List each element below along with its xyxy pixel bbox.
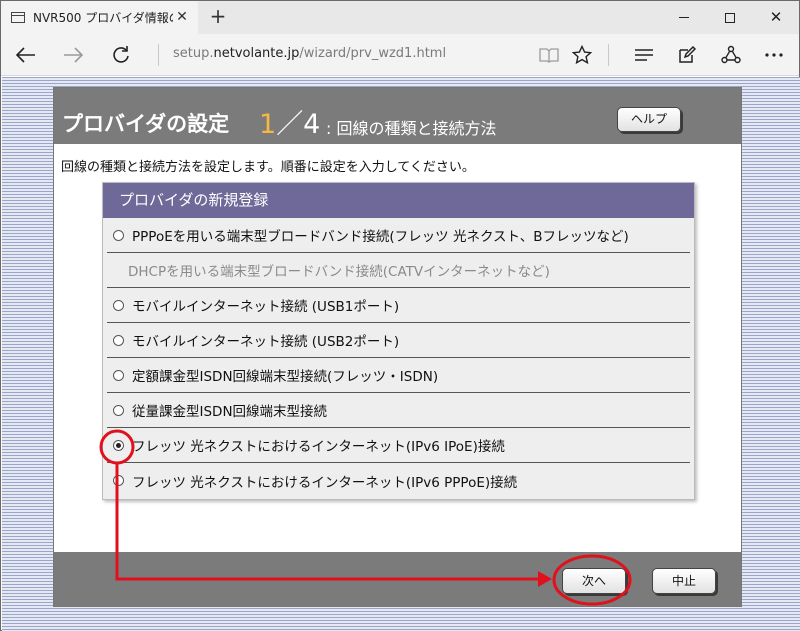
close-icon: ✕ (769, 8, 783, 26)
browser-tab[interactable]: NVR500 プロバイダ情報の ✕ (1, 1, 198, 34)
option-label: モバイルインターネット接続 (USB1ポート) (132, 299, 400, 315)
option-label: 定額課金型ISDN回線端末型接続(フレッツ・ISDN) (132, 369, 439, 385)
help-button[interactable]: ヘルプ (617, 107, 681, 132)
url-host: netvolante.jp (213, 46, 300, 61)
forward-button[interactable] (58, 40, 88, 70)
connection-option[interactable]: PPPoEを用いる端末型ブロードバンド接続(フレッツ 光ネクスト、Bフレッツなど… (107, 218, 690, 253)
connection-option[interactable]: モバイルインターネット接続 (USB2ポート) (107, 323, 690, 358)
step-indicator: 1／4 (259, 102, 320, 141)
url-prefix: setup. (173, 46, 214, 61)
connection-option[interactable]: モバイルインターネット接続 (USB1ポート) (107, 288, 690, 323)
refresh-icon (113, 46, 129, 63)
close-window-button[interactable]: ✕ (753, 1, 799, 34)
radio-button[interactable] (113, 369, 124, 381)
url-field[interactable]: setup.netvolante.jp/wizard/prv_wzd1.html (173, 46, 446, 61)
page-icon (11, 12, 25, 23)
connection-option[interactable]: 従量課金型ISDN回線端末型接続 (107, 393, 690, 428)
dialog-title: プロバイダの設定 (62, 112, 230, 136)
notes-button[interactable] (672, 40, 702, 70)
title-bar: NVR500 プロバイダ情報の ✕ + ✕ (1, 1, 799, 34)
favorite-button[interactable] (567, 40, 597, 70)
share-icon (721, 45, 741, 64)
step-current: 1 (259, 109, 277, 140)
hub-icon (635, 49, 653, 61)
refresh-button[interactable] (106, 40, 136, 70)
notes-icon (679, 46, 696, 63)
radio-button-selected[interactable] (113, 439, 124, 451)
radio-button[interactable] (113, 229, 124, 241)
reading-view-button[interactable] (534, 40, 564, 70)
reading-view-icon (539, 48, 559, 63)
share-button[interactable] (716, 40, 746, 70)
tab-title: NVR500 プロバイダ情報の (33, 11, 173, 25)
step-total: ／4 (276, 109, 321, 140)
radio-button[interactable] (113, 299, 124, 311)
maximize-button[interactable] (707, 1, 753, 34)
dialog-subtitle: : 回線の種類と接続方法 (326, 119, 497, 138)
hub-button[interactable] (629, 40, 659, 70)
panel-title: プロバイダの新規登録 (103, 183, 694, 218)
more-button[interactable] (759, 40, 789, 70)
back-button[interactable] (11, 40, 41, 70)
dialog-description: 回線の種類と接続方法を設定します。順番に設定を入力してください。 (61, 160, 475, 175)
connection-option: DHCPを用いる端末型ブロードバンド接続(CATVインターネットなど) (107, 253, 690, 288)
option-label: フレッツ 光ネクストにおけるインターネット(IPv6 IPoE)接続 (132, 439, 505, 455)
option-label: DHCPを用いる端末型ブロードバンド接続(CATVインターネットなど) (128, 264, 550, 280)
connection-option[interactable]: フレッツ 光ネクストにおけるインターネット(IPv6 IPoE)接続 (107, 428, 690, 463)
favorite-star-icon (572, 45, 592, 65)
back-icon (16, 47, 35, 63)
radio-button[interactable] (113, 475, 124, 486)
radio-button[interactable] (113, 334, 124, 346)
next-button[interactable]: 次へ (562, 568, 626, 594)
dialog-footer: 次へ 中止 (54, 552, 741, 606)
maximize-icon (725, 12, 735, 23)
new-tab-icon[interactable]: + (208, 6, 228, 27)
close-tab-icon[interactable]: ✕ (174, 9, 190, 25)
minimize-icon (679, 17, 689, 18)
connection-options: PPPoEを用いる端末型ブロードバンド接続(フレッツ 光ネクスト、Bフレッツなど… (103, 218, 694, 498)
provider-register-panel: プロバイダの新規登録 PPPoEを用いる端末型ブロードバンド接続(フレッツ 光ネ… (102, 182, 695, 500)
toolbar-divider (608, 44, 609, 66)
cancel-button[interactable]: 中止 (652, 568, 716, 594)
address-divider (158, 44, 159, 66)
radio-button[interactable] (113, 404, 124, 416)
option-label: モバイルインターネット接続 (USB2ポート) (132, 334, 400, 350)
more-icon (765, 53, 783, 57)
option-label: フレッツ 光ネクストにおけるインターネット(IPv6 PPPoE)接続 (132, 474, 518, 491)
minimize-button[interactable] (661, 1, 707, 34)
connection-option[interactable]: 定額課金型ISDN回線端末型接続(フレッツ・ISDN) (107, 358, 690, 393)
address-bar: setup.netvolante.jp/wizard/prv_wzd1.html (1, 34, 799, 76)
browser-window: NVR500 プロバイダ情報の ✕ + ✕ setup.netvolante.j… (0, 0, 800, 631)
dialog-header: プロバイダの設定 1／4 : 回線の種類と接続方法 ヘルプ (54, 88, 741, 144)
url-path: /wizard/prv_wzd1.html (299, 46, 447, 61)
option-label: PPPoEを用いる端末型ブロードバンド接続(フレッツ 光ネクスト、Bフレッツなど… (132, 229, 629, 245)
connection-option[interactable]: フレッツ 光ネクストにおけるインターネット(IPv6 PPPoE)接続 (107, 463, 690, 498)
forward-icon (64, 47, 83, 63)
provider-setup-dialog: プロバイダの設定 1／4 : 回線の種類と接続方法 ヘルプ 回線の種類と接続方法… (53, 87, 742, 607)
option-label: 従量課金型ISDN回線端末型接続 (132, 404, 328, 420)
